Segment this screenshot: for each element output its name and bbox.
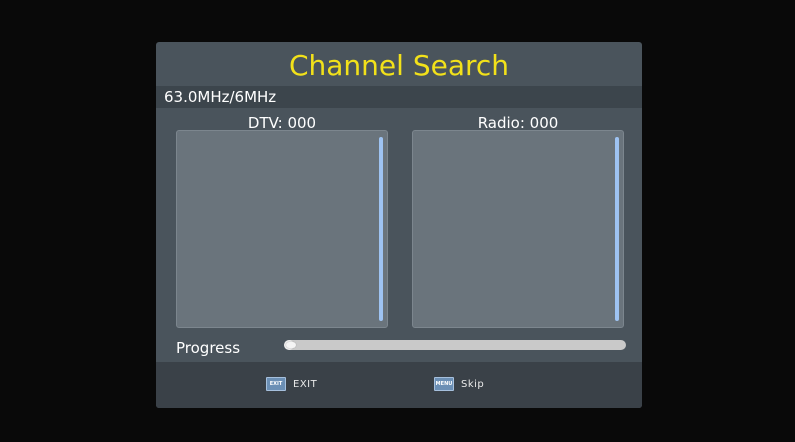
exit-key-hint[interactable]: EXIT EXIT xyxy=(266,376,317,392)
progress-indicator xyxy=(286,342,296,348)
frequency-readout: 63.0MHz/6MHz xyxy=(164,88,277,106)
channel-search-dialog: Channel Search 63.0MHz/6MHz DTV: 000 Rad… xyxy=(156,42,642,408)
dialog-title: Channel Search xyxy=(288,49,510,82)
menu-key-icon: MENU xyxy=(434,377,454,391)
radio-channel-list[interactable] xyxy=(412,130,624,328)
skip-key-label: Skip xyxy=(461,378,485,390)
exit-key-label: EXIT xyxy=(293,378,318,390)
tv-screen: Channel Search 63.0MHz/6MHz DTV: 000 Rad… xyxy=(0,0,795,442)
exit-key-icon: EXIT xyxy=(266,377,286,391)
dtv-channel-list[interactable] xyxy=(176,130,388,328)
footer-key-hints: EXIT EXIT MENU Skip xyxy=(156,362,642,408)
skip-key-hint[interactable]: MENU Skip xyxy=(434,376,484,392)
frequency-bar: 63.0MHz/6MHz xyxy=(156,86,642,108)
progress-bar xyxy=(284,340,626,350)
radio-list-scrollbar[interactable] xyxy=(615,137,619,321)
dtv-list-scrollbar[interactable] xyxy=(379,137,383,321)
progress-label: Progress xyxy=(176,339,241,357)
